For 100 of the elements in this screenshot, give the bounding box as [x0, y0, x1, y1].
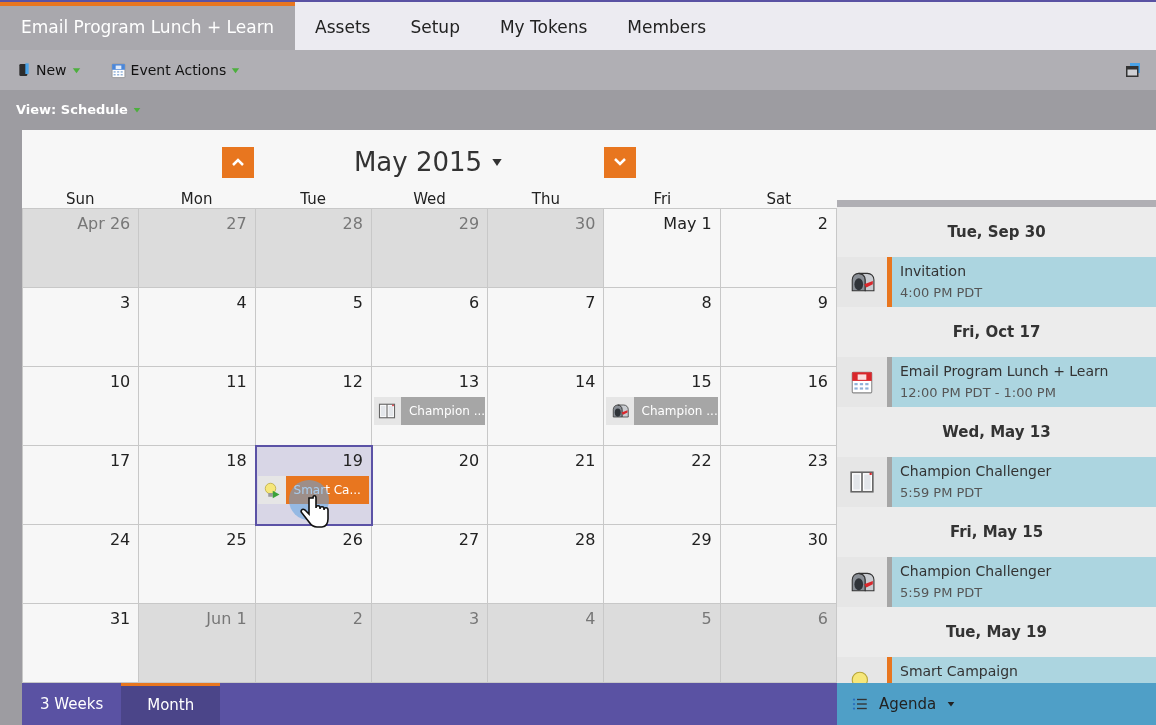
- day-number: 31: [109, 608, 132, 630]
- day-number: 9: [817, 292, 829, 314]
- day-number: May 1: [663, 213, 713, 235]
- day-cell[interactable]: 23: [720, 446, 837, 525]
- date-heading: Wed, May 13: [941, 421, 1052, 443]
- mailbox-icon: [610, 402, 629, 420]
- chevron-down-icon: [614, 158, 626, 166]
- day-number: 29: [691, 529, 713, 551]
- agenda-item[interactable]: Smart Campaign: [892, 657, 1156, 683]
- day-cell[interactable]: 14: [488, 367, 605, 446]
- weekday-label: Wed: [412, 189, 447, 210]
- day-number: 2: [817, 213, 829, 235]
- day-number: Apr 26: [77, 213, 132, 235]
- day-cell[interactable]: May 1: [604, 209, 721, 288]
- agenda-item[interactable]: Email Program Lunch + Learn 12:00 PM PDT - 1:00 PM: [892, 357, 1156, 407]
- day-cell[interactable]: 6: [371, 288, 489, 367]
- day-cell[interactable]: 8: [604, 288, 721, 367]
- next-button[interactable]: [604, 146, 636, 178]
- chevron-up-icon: [232, 158, 244, 166]
- day-number: 27: [226, 213, 248, 235]
- day-number: 8: [701, 292, 713, 314]
- day-cell[interactable]: 9: [720, 288, 837, 367]
- day-number: 17: [109, 450, 132, 472]
- day-number: Jun 1: [206, 608, 248, 630]
- tab[interactable]: My Tokens: [479, 2, 608, 50]
- day-number: 12: [342, 371, 364, 393]
- day-number: 2: [352, 608, 364, 630]
- day-number: 13: [458, 371, 481, 393]
- day-cell[interactable]: 15 Champion ...: [604, 367, 721, 446]
- day-cell[interactable]: 3: [23, 288, 140, 367]
- day-number: 5: [352, 292, 364, 314]
- day-cell[interactable]: 18: [139, 446, 256, 525]
- weekday-label: Thu: [530, 189, 561, 210]
- new-button[interactable]: New: [16, 59, 82, 81]
- day-number: 5: [701, 608, 713, 630]
- day-number: 6: [468, 292, 481, 314]
- day-cell[interactable]: 20: [371, 446, 489, 525]
- day-cell[interactable]: 11: [139, 367, 256, 446]
- day-number: 6: [817, 608, 829, 630]
- day-cell[interactable]: 27: [371, 525, 489, 604]
- view-tab[interactable]: 3 Weeks: [22, 683, 122, 725]
- caret-icon: [946, 699, 957, 709]
- day-cell[interactable]: 10: [23, 367, 140, 446]
- day-number: 24: [109, 529, 132, 551]
- day-number: 11: [226, 371, 248, 393]
- day-cell[interactable]: 21: [488, 446, 605, 525]
- agenda-item[interactable]: Champion Challenger 5:59 PM PDT: [892, 557, 1156, 607]
- day-number: 20: [458, 450, 481, 472]
- weekday-label: Sun: [64, 189, 96, 210]
- previous-button[interactable]: [222, 146, 254, 178]
- day-number: 18: [226, 450, 248, 472]
- day-cell[interactable]: 13 Champion ...: [371, 367, 489, 446]
- day-cell[interactable]: 5: [255, 288, 372, 367]
- day-number: 30: [807, 529, 829, 551]
- tab[interactable]: Setup: [390, 2, 480, 50]
- agenda-item[interactable]: Champion Challenger 5:59 PM PDT: [892, 457, 1156, 507]
- agenda-button[interactable]: Agenda: [851, 692, 957, 716]
- day-cell[interactable]: 16: [720, 367, 837, 446]
- day-cell[interactable]: 25: [139, 525, 256, 604]
- calendar-icon: [109, 61, 127, 79]
- split-panel-icon: [849, 469, 875, 495]
- day-number: 28: [575, 529, 597, 551]
- day-number: 3: [468, 608, 481, 630]
- date-heading: Fri, Oct 17: [951, 321, 1042, 343]
- day-cell[interactable]: 28: [488, 525, 605, 604]
- date-heading: Tue, May 19: [945, 621, 1048, 643]
- agenda-item[interactable]: Invitation 4:00 PM PDT: [892, 257, 1156, 307]
- day-number: 15: [691, 371, 713, 393]
- date-heading: Fri, May 15: [948, 521, 1045, 543]
- weekday-label: Sat: [765, 189, 793, 210]
- month-title[interactable]: May 2015: [254, 142, 604, 182]
- caret-icon: [131, 105, 142, 115]
- day-cell[interactable]: 7: [488, 288, 605, 367]
- date-heading: Tue, Sep 30: [946, 221, 1047, 243]
- day-cell[interactable]: 2: [720, 209, 837, 288]
- day-cell[interactable]: 31: [23, 604, 140, 683]
- day-number: 10: [109, 371, 132, 393]
- day-number: 23: [807, 450, 829, 472]
- day-number: 26: [342, 529, 364, 551]
- lightbulb-icon: [262, 481, 281, 499]
- day-number: 16: [807, 371, 829, 393]
- weekday-label: Mon: [179, 189, 214, 210]
- day-number: 29: [458, 213, 481, 235]
- event-actions-button[interactable]: Event Actions: [109, 59, 242, 81]
- day-number: 4: [585, 608, 597, 630]
- book-icon: [16, 62, 32, 78]
- day-cell[interactable]: 12: [255, 367, 372, 446]
- window-icon[interactable]: [1126, 63, 1140, 77]
- day-cell[interactable]: 22: [604, 446, 721, 525]
- day-cell[interactable]: 26: [255, 525, 372, 604]
- view-tab[interactable]: Month: [121, 683, 221, 725]
- tab[interactable]: Assets: [295, 2, 391, 50]
- day-cell[interactable]: 29: [604, 525, 721, 604]
- day-cell[interactable]: 30: [720, 525, 837, 604]
- day-cell[interactable]: 24: [23, 525, 140, 604]
- day-number: 3: [120, 292, 132, 314]
- day-cell[interactable]: 4: [139, 288, 256, 367]
- day-cell[interactable]: 17: [23, 446, 140, 525]
- split-panel-icon: [378, 402, 397, 420]
- tab[interactable]: Members: [607, 2, 727, 50]
